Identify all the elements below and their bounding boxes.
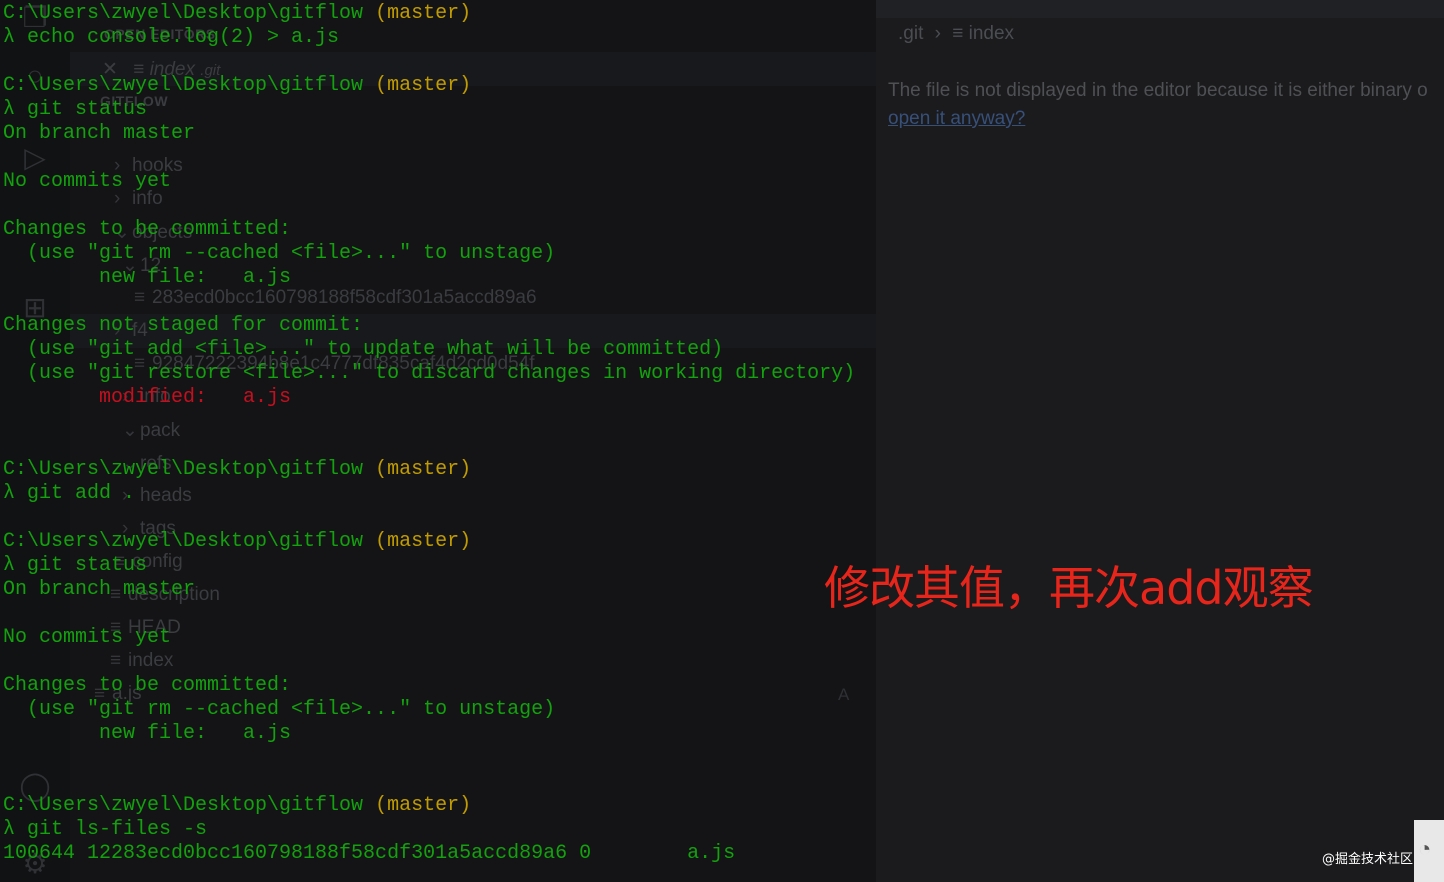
- terminal-text-segment: On branch master: [3, 122, 196, 145]
- terminal-line: λ git status: [3, 554, 147, 578]
- watermark: @掘金技术社区: [1322, 852, 1414, 867]
- terminal-text-segment: (master): [375, 458, 472, 481]
- terminal-line: λ git status: [3, 98, 147, 122]
- terminal-text-segment: Changes not staged for commit:: [3, 314, 364, 337]
- terminal-text-segment: No commits yet: [3, 170, 172, 193]
- terminal-text-segment: (use "git add <file>..." to update what …: [3, 338, 724, 361]
- terminal-text-segment: C:\Users\zwyel\Desktop\gitflow: [3, 2, 376, 25]
- terminal-line: Changes to be committed:: [3, 218, 291, 242]
- terminal-line: C:\Users\zwyel\Desktop\gitflow (master): [3, 2, 471, 26]
- terminal-line: new file: a.js: [3, 266, 291, 290]
- terminal-text-segment: C:\Users\zwyel\Desktop\gitflow: [3, 530, 376, 553]
- terminal-line: modified: a.js: [3, 386, 291, 410]
- terminal-text-segment: C:\Users\zwyel\Desktop\gitflow: [3, 458, 376, 481]
- terminal-text-segment: 100644 12283ecd0bcc160798188f58cdf301a5a…: [3, 842, 736, 865]
- cursor-icon: ◔: [1418, 836, 1432, 861]
- terminal-text-segment: (master): [375, 2, 472, 25]
- terminal-line: C:\Users\zwyel\Desktop\gitflow (master): [3, 530, 471, 554]
- terminal-line: 100644 12283ecd0bcc160798188f58cdf301a5a…: [3, 842, 735, 866]
- terminal-line: λ echo console.log(2) > a.js: [3, 26, 339, 50]
- terminal-text-segment: (use "git rm --cached <file>..." to unst…: [3, 698, 556, 721]
- terminal-text-segment: (master): [375, 74, 472, 97]
- terminal-text-segment: C:\Users\zwyel\Desktop\gitflow: [3, 794, 376, 817]
- terminal-text-segment: (master): [375, 794, 472, 817]
- terminal-text-segment: Changes to be committed:: [3, 674, 292, 697]
- terminal-text-segment: new file: a.js: [3, 722, 292, 745]
- terminal-line: (use "git add <file>..." to update what …: [3, 338, 723, 362]
- terminal-line: Changes to be committed:: [3, 674, 291, 698]
- terminal-line: λ git add .: [3, 482, 135, 506]
- terminal-output[interactable]: C:\Users\zwyel\Desktop\gitflow (master) λ…: [0, 0, 1444, 882]
- corner-thumbnail: ◔: [1414, 820, 1444, 882]
- terminal-text-segment: Changes to be committed:: [3, 218, 292, 241]
- terminal-line: On branch master: [3, 578, 195, 602]
- terminal-line: (use "git rm --cached <file>..." to unst…: [3, 242, 555, 266]
- terminal-line: (use "git rm --cached <file>..." to unst…: [3, 698, 555, 722]
- terminal-line: C:\Users\zwyel\Desktop\gitflow (master): [3, 458, 471, 482]
- terminal-line: C:\Users\zwyel\Desktop\gitflow (master): [3, 794, 471, 818]
- terminal-line: On branch master: [3, 122, 195, 146]
- terminal-line: λ git ls-files -s: [3, 818, 207, 842]
- terminal-text-segment: (master): [375, 530, 472, 553]
- terminal-text-segment: λ echo console.log(2) > a.js: [3, 26, 340, 49]
- annotation-text: 修改其值，再次add观察: [824, 561, 1314, 615]
- terminal-text-segment: λ git status: [3, 554, 148, 577]
- terminal-text-segment: On branch master: [3, 578, 196, 601]
- terminal-line: (use "git restore <file>..." to discard …: [3, 362, 855, 386]
- terminal-text-segment: λ git status: [3, 98, 148, 121]
- terminal-line: No commits yet: [3, 170, 171, 194]
- terminal-text-segment: modified: a.js: [3, 386, 292, 409]
- terminal-text-segment: No commits yet: [3, 626, 172, 649]
- terminal-line: C:\Users\zwyel\Desktop\gitflow (master): [3, 74, 471, 98]
- terminal-text-segment: λ git ls-files -s: [3, 818, 208, 841]
- terminal-text-segment: λ git add .: [3, 482, 136, 505]
- terminal-text-segment: (use "git restore <file>..." to discard …: [3, 362, 856, 385]
- terminal-text-segment: new file: a.js: [3, 266, 292, 289]
- terminal-text-segment: (use "git rm --cached <file>..." to unst…: [3, 242, 556, 265]
- terminal-text-segment: C:\Users\zwyel\Desktop\gitflow: [3, 74, 376, 97]
- terminal-line: new file: a.js: [3, 722, 291, 746]
- terminal-line: No commits yet: [3, 626, 171, 650]
- terminal-line: Changes not staged for commit:: [3, 314, 363, 338]
